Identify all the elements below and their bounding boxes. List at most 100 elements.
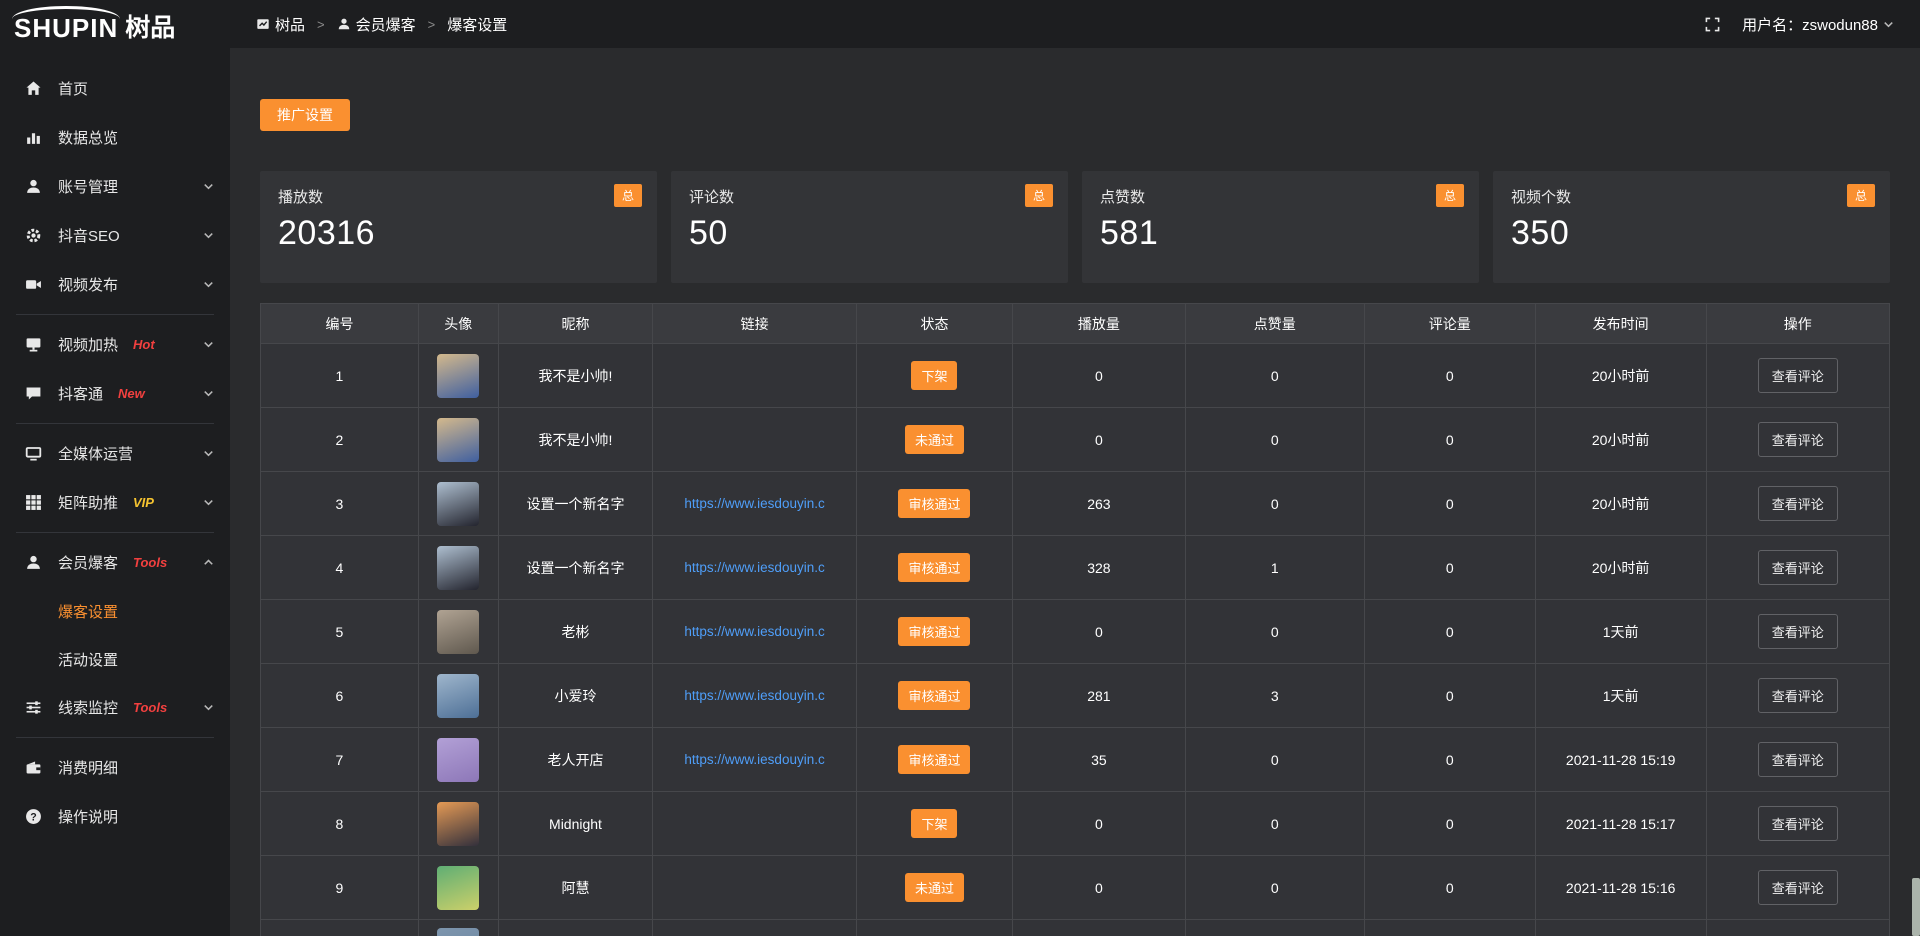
user-icon bbox=[24, 178, 43, 195]
view-comments-button[interactable]: 查看评论 bbox=[1758, 550, 1838, 585]
view-comments-button[interactable]: 查看评论 bbox=[1758, 486, 1838, 521]
sidebar-item[interactable]: 线索监控Tools bbox=[0, 683, 230, 732]
sidebar-item-label: 视频加热 bbox=[58, 334, 118, 355]
sidebar-item[interactable]: 数据总览 bbox=[0, 113, 230, 162]
cell-avatar bbox=[419, 920, 499, 936]
cell bbox=[1186, 920, 1365, 936]
sidebar-item[interactable]: 全媒体运营 bbox=[0, 429, 230, 478]
cell-id: 6 bbox=[261, 664, 419, 728]
username-dropdown[interactable]: 用户名：zswodun88 bbox=[1742, 14, 1894, 35]
sidebar-item[interactable]: 视频发布 bbox=[0, 260, 230, 309]
sidebar-item[interactable]: 会员爆客Tools bbox=[0, 538, 230, 587]
cell-nickname: Midnight bbox=[499, 792, 654, 856]
profile-link[interactable]: https://www.iesdouyin.c bbox=[653, 752, 856, 767]
cell-status: 审核通过 bbox=[857, 600, 1013, 664]
cell-avatar bbox=[419, 472, 499, 536]
sidebar-item[interactable]: 消费明细 bbox=[0, 743, 230, 792]
view-comments-button[interactable]: 查看评论 bbox=[1758, 870, 1838, 905]
view-comments-button[interactable]: 查看评论 bbox=[1758, 678, 1838, 713]
sidebar-item[interactable]: 账号管理 bbox=[0, 162, 230, 211]
stat-card: 播放数总20316 bbox=[260, 171, 657, 283]
sidebar-item[interactable]: 矩阵助推VIP bbox=[0, 478, 230, 527]
cell-comments: 0 bbox=[1365, 536, 1536, 600]
status-badge: 下架 bbox=[911, 809, 957, 838]
cell-publish-time: 2021-11-28 15:19 bbox=[1536, 728, 1707, 792]
sidebar-subitem[interactable]: 爆客设置 bbox=[0, 587, 230, 635]
table-header-cell: 评论量 bbox=[1365, 304, 1536, 344]
cell-status: 未通过 bbox=[857, 408, 1013, 472]
breadcrumb-separator: > bbox=[317, 17, 325, 32]
cell-publish-time: 2021-11-28 15:16 bbox=[1536, 856, 1707, 920]
cell-nickname: 设置一个新名字 bbox=[499, 472, 654, 536]
sidebar-item[interactable]: 首页 bbox=[0, 64, 230, 113]
sidebar-subitem[interactable]: 活动设置 bbox=[0, 635, 230, 683]
profile-link[interactable]: https://www.iesdouyin.c bbox=[653, 496, 856, 511]
profile-link[interactable]: https://www.iesdouyin.c bbox=[653, 560, 856, 575]
profile-link[interactable]: https://www.iesdouyin.c bbox=[653, 688, 856, 703]
fullscreen-icon[interactable] bbox=[1705, 17, 1720, 32]
cell-link: https://www.iesdouyin.c bbox=[653, 728, 857, 792]
cell-publish-time: 1天前 bbox=[1536, 664, 1707, 728]
cell-publish-time: 20小时前 bbox=[1536, 408, 1707, 472]
view-comments-button[interactable]: 查看评论 bbox=[1758, 742, 1838, 777]
sidebar-item-tag: Hot bbox=[133, 337, 155, 352]
sidebar-item[interactable]: 视频加热 Hot bbox=[0, 320, 230, 369]
cell-comments: 0 bbox=[1365, 600, 1536, 664]
cell-plays: 0 bbox=[1013, 792, 1186, 856]
breadcrumb-label: 树品 bbox=[275, 14, 305, 35]
sidebar-item[interactable]: ?操作说明 bbox=[0, 792, 230, 841]
sidebar-divider bbox=[16, 532, 214, 533]
view-comments-button[interactable]: 查看评论 bbox=[1758, 806, 1838, 841]
cell-publish-time: 20小时前 bbox=[1536, 472, 1707, 536]
cell-comments: 0 bbox=[1365, 408, 1536, 472]
cell bbox=[1536, 920, 1707, 936]
cell-avatar bbox=[419, 344, 499, 408]
stat-card-total-badge: 总 bbox=[1025, 184, 1053, 207]
scrollbar-thumb[interactable] bbox=[1912, 878, 1920, 936]
cell-plays: 0 bbox=[1013, 856, 1186, 920]
cell-plays: 263 bbox=[1013, 472, 1186, 536]
status-badge: 审核通过 bbox=[898, 489, 970, 518]
svg-text:?: ? bbox=[30, 811, 36, 823]
table-header-cell: 链接 bbox=[653, 304, 857, 344]
breadcrumb-item[interactable]: 爆客设置 bbox=[447, 14, 507, 35]
cell-plays: 0 bbox=[1013, 408, 1186, 472]
sidebar-item-label: 抖音SEO bbox=[58, 225, 120, 246]
cell-comments: 0 bbox=[1365, 664, 1536, 728]
cell-status: 审核通过 bbox=[857, 472, 1013, 536]
table-header-row: 编号头像昵称链接状态播放量点赞量评论量发布时间操作 bbox=[261, 304, 1889, 344]
promo-settings-button[interactable]: 推广设置 bbox=[260, 99, 350, 131]
stat-card: 点赞数总581 bbox=[1082, 171, 1479, 283]
breadcrumb-item[interactable]: 会员爆客 bbox=[337, 14, 416, 35]
avatar bbox=[437, 354, 479, 398]
cell-id: 2 bbox=[261, 408, 419, 472]
cell-likes: 0 bbox=[1186, 408, 1365, 472]
sidebar-item-label: 视频发布 bbox=[58, 274, 118, 295]
profile-link[interactable]: https://www.iesdouyin.c bbox=[653, 624, 856, 639]
breadcrumb-item[interactable]: 树品 bbox=[256, 14, 305, 35]
view-comments-button[interactable]: 查看评论 bbox=[1758, 422, 1838, 457]
sidebar-item[interactable]: 抖客通New bbox=[0, 369, 230, 418]
sidebar-divider bbox=[16, 737, 214, 738]
question-icon: ? bbox=[24, 808, 43, 825]
avatar bbox=[437, 546, 479, 590]
chevron-down-icon bbox=[203, 702, 214, 713]
cell bbox=[1707, 920, 1889, 936]
crumb-user-icon bbox=[337, 17, 351, 31]
sidebar-item-label: 抖客通 bbox=[58, 383, 103, 404]
cell-actions: 查看评论 bbox=[1707, 664, 1889, 728]
cell-id: 1 bbox=[261, 344, 419, 408]
cell-id: 7 bbox=[261, 728, 419, 792]
cell-actions: 查看评论 bbox=[1707, 600, 1889, 664]
chevron-down-icon bbox=[203, 497, 214, 508]
view-comments-button[interactable]: 查看评论 bbox=[1758, 614, 1838, 649]
stat-card-value: 581 bbox=[1100, 214, 1461, 253]
chevron-down-icon bbox=[203, 339, 214, 350]
sidebar-item[interactable]: 抖音SEO bbox=[0, 211, 230, 260]
view-comments-button[interactable]: 查看评论 bbox=[1758, 358, 1838, 393]
sidebar-item-label: 数据总览 bbox=[58, 127, 118, 148]
stat-card-label: 点赞数 bbox=[1100, 186, 1461, 207]
sidebar-item-label: 矩阵助推 bbox=[58, 492, 118, 513]
chevron-down-icon bbox=[203, 279, 214, 290]
status-badge: 审核通过 bbox=[898, 681, 970, 710]
